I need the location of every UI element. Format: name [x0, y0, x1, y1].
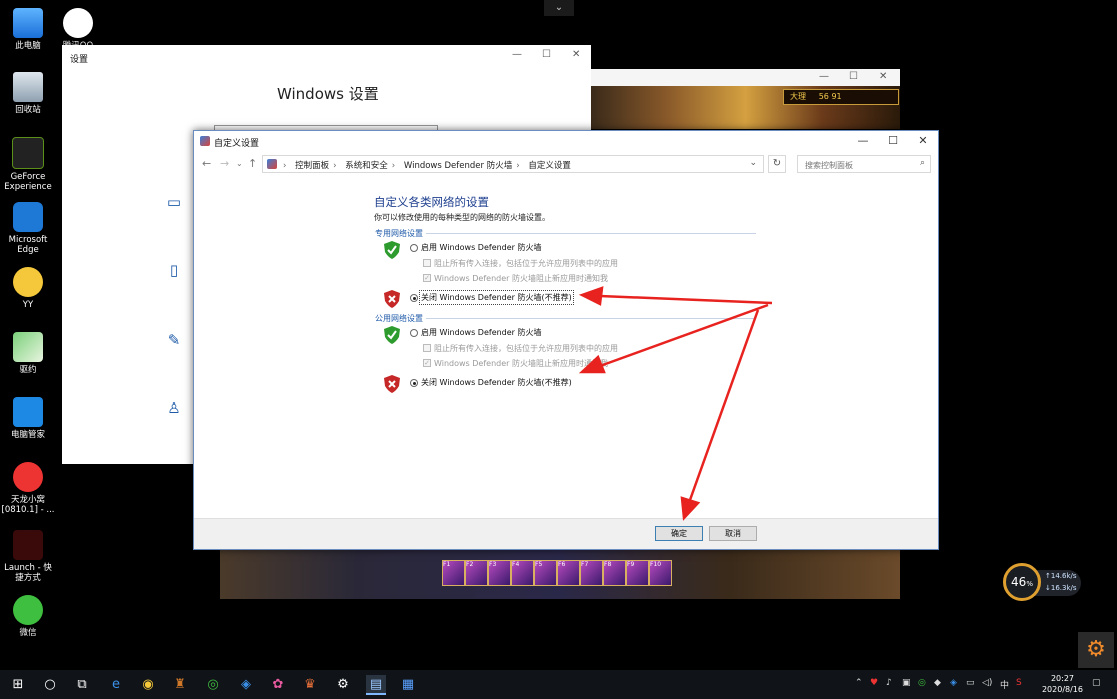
- control-panel-icon[interactable]: ▤: [366, 675, 386, 695]
- task-view-icon[interactable]: ⧉: [72, 675, 92, 695]
- shield-tray-icon[interactable]: ◈: [950, 678, 957, 688]
- upload-speed: ↑14.6k/s: [1045, 572, 1077, 580]
- search-circle-icon[interactable]: ○: [40, 675, 60, 695]
- arrow-head: [578, 354, 606, 374]
- wechat-icon[interactable]: ◎: [203, 675, 223, 695]
- memory-usage-gauge: 46%: [1003, 563, 1041, 601]
- download-speed: ↓16.3k/s: [1045, 584, 1077, 592]
- app-icon[interactable]: ♛: [300, 675, 320, 695]
- edge-icon[interactable]: e: [106, 675, 126, 695]
- network-icon[interactable]: ▭: [966, 678, 975, 688]
- tray-app-icon[interactable]: ◆: [934, 678, 941, 688]
- tray-app-icon[interactable]: ▣: [902, 678, 911, 688]
- arrow-to-private-disable: [599, 294, 773, 305]
- arrow-to-public-disable: [599, 303, 769, 368]
- taskbar: ⊞ ○ ⧉ e ◉ ♜ ◎ ◈ ✿ ♛ ⚙ ▤ ▦ ⌃ ♥ ♪ ▣ ◎ ◆ ◈ …: [0, 670, 1117, 699]
- photos-icon[interactable]: ✿: [268, 675, 288, 695]
- game-icon[interactable]: ♜: [170, 675, 190, 695]
- start-windows-icon[interactable]: ⊞: [8, 675, 28, 695]
- network-speed-widget[interactable]: ↑14.6k/s ↓16.3k/s 46%: [1003, 563, 1081, 603]
- arrow-to-ok-button: [688, 309, 760, 501]
- taskbar-clock[interactable]: 20:27 2020/8/16: [1042, 673, 1083, 695]
- window-app-icon[interactable]: ▦: [398, 675, 418, 695]
- wechat-tray-icon[interactable]: ◎: [918, 678, 926, 688]
- gear-icon[interactable]: ⚙: [1078, 632, 1114, 668]
- clock-date: 2020/8/16: [1041, 685, 1083, 694]
- arrow-head: [578, 286, 604, 306]
- annotation-arrows: [578, 286, 773, 521]
- heart-tray-icon[interactable]: ♥: [870, 678, 878, 688]
- ime-indicator[interactable]: 中: [1000, 678, 1009, 691]
- arrow-head: [680, 496, 701, 521]
- yy-icon[interactable]: ◉: [138, 675, 158, 695]
- volume-icon[interactable]: ◁): [982, 678, 992, 688]
- microphone-icon[interactable]: ♪: [886, 678, 892, 688]
- tray-chevron-up-icon[interactable]: ⌃: [855, 678, 863, 688]
- notification-icon[interactable]: ▢: [1092, 678, 1101, 688]
- sogou-tray-icon[interactable]: S: [1016, 678, 1022, 688]
- pc-manager-icon[interactable]: ◈: [236, 675, 256, 695]
- settings-gear-icon[interactable]: ⚙: [333, 675, 353, 695]
- clock-time: 20:27: [1050, 674, 1075, 683]
